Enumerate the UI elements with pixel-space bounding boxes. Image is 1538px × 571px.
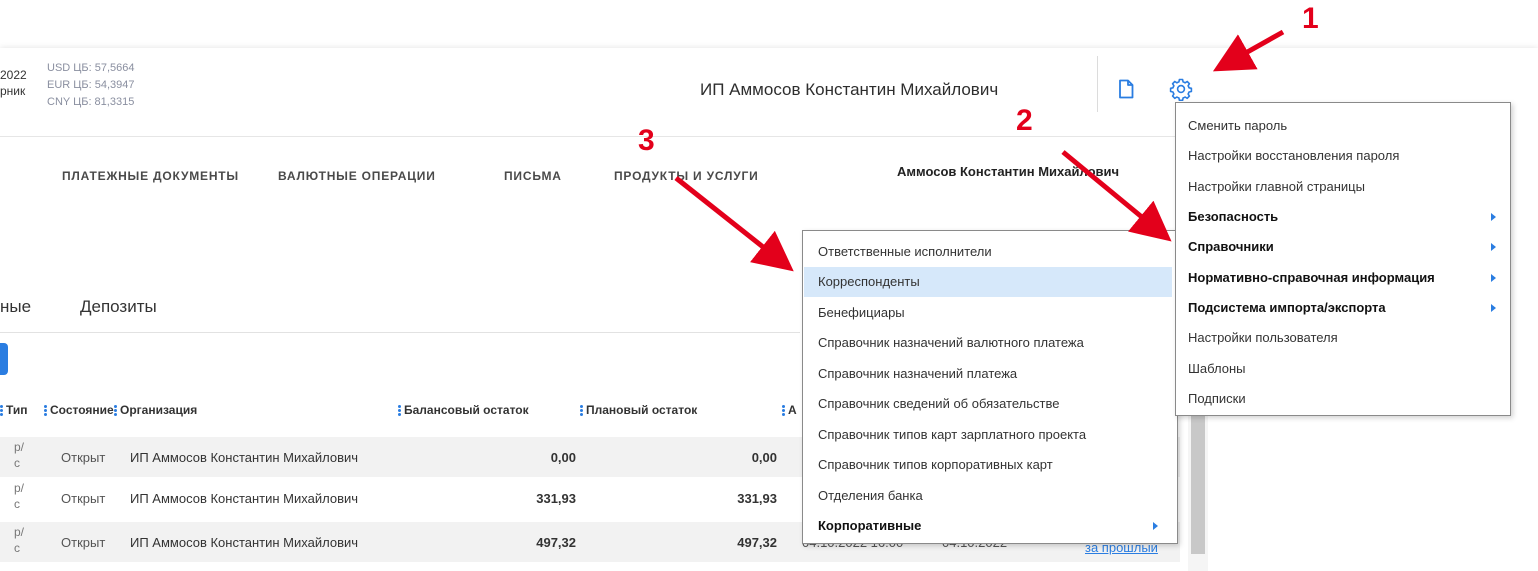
annotation-arrow-1 xyxy=(1212,29,1285,72)
annotation-number-1: 1 xyxy=(1302,2,1319,35)
annotation-arrows xyxy=(674,29,1285,272)
annotation-arrow-3 xyxy=(674,176,794,272)
annotation-number-2: 2 xyxy=(1016,104,1033,137)
annotation-number-3: 3 xyxy=(638,124,655,157)
annotation-arrow-2 xyxy=(1061,150,1172,242)
